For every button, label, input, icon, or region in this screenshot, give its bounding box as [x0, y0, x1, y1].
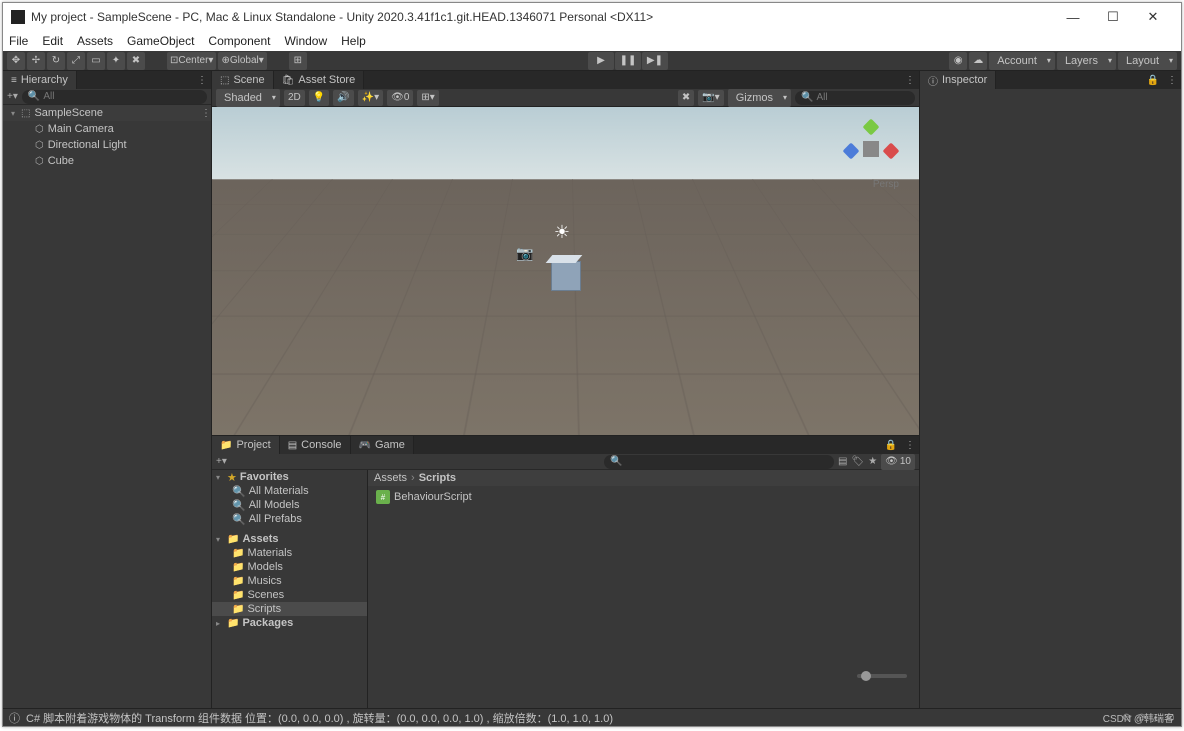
scene-search[interactable]: 🔍 All [795, 91, 915, 105]
hidden-toggle[interactable]: 👁0 [387, 90, 413, 106]
hierarchy-scene-row[interactable]: ▾⬚SampleScene ⋮ [3, 105, 211, 121]
camera-settings-icon[interactable]: 📷▾ [698, 90, 723, 106]
window-title: My project - SampleScene - PC, Mac & Lin… [31, 10, 653, 24]
custom-tool-button[interactable]: ✖ [127, 52, 145, 70]
transform-tool-button[interactable]: ✦ [107, 52, 125, 70]
inspector-lock-icon[interactable]: 🔒 [1143, 75, 1163, 86]
hand-tool-button[interactable]: ✥ [7, 52, 25, 70]
cloud-button[interactable]: ☁ [969, 52, 987, 70]
collab-button[interactable]: ◉ [949, 52, 967, 70]
rotate-tool-button[interactable]: ↻ [47, 52, 65, 70]
folder-scenes[interactable]: 📁Scenes [212, 588, 367, 602]
status-message: C# 脚本附着游戏物体的 Transform 组件数据 位置：(0.0, 0.0… [26, 710, 613, 726]
folder-models[interactable]: 📁Models [212, 560, 367, 574]
snap-button[interactable]: ⊞ [289, 52, 307, 70]
scene-view[interactable]: ☀ 📷 Persp [212, 107, 919, 435]
menubar: File Edit Assets GameObject Component Wi… [3, 31, 1181, 51]
hierarchy-create-button[interactable]: +▾ [7, 91, 18, 102]
folder-materials[interactable]: 📁Materials [212, 546, 367, 560]
filter-label-icon[interactable]: 🏷 [852, 456, 865, 467]
menu-edit[interactable]: Edit [42, 34, 63, 48]
menu-help[interactable]: Help [341, 34, 366, 48]
tab-scene[interactable]: ⬚Scene [212, 71, 274, 89]
menu-gameobject[interactable]: GameObject [127, 34, 194, 48]
favorite-filter-icon[interactable]: ★ [868, 456, 877, 467]
layers-dropdown[interactable]: Layers [1057, 52, 1116, 70]
app-icon [11, 10, 25, 24]
menu-component[interactable]: Component [208, 34, 270, 48]
tab-project[interactable]: 📁Project [212, 436, 280, 454]
scene-options-icon[interactable]: ⋮ [901, 75, 919, 86]
breadcrumb-assets[interactable]: Assets [374, 472, 407, 484]
inspector-options-icon[interactable]: ⋮ [1163, 75, 1181, 86]
tab-game[interactable]: 🎮Game [351, 436, 414, 454]
folder-musics[interactable]: 📁Musics [212, 574, 367, 588]
hierarchy-item-main-camera[interactable]: ⬡Main Camera [3, 121, 211, 137]
favorites-row[interactable]: ▾★Favorites [212, 470, 367, 484]
fav-all-materials[interactable]: 🔍All Materials [212, 484, 367, 498]
pause-button[interactable]: ❚❚ [615, 52, 641, 70]
watermark: CSDN @韩瑞客 [1103, 710, 1174, 725]
csharp-script-icon: # [376, 490, 390, 504]
project-options-icon[interactable]: ⋮ [901, 440, 919, 451]
camera-gizmo-icon[interactable]: 📷 [516, 245, 533, 262]
maximize-button[interactable]: ☐ [1093, 5, 1133, 29]
lighting-toggle[interactable]: 💡 [309, 90, 329, 106]
hierarchy-item-cube[interactable]: ⬡Cube [3, 153, 211, 169]
tab-hierarchy[interactable]: ≡Hierarchy [3, 71, 77, 89]
step-button[interactable]: ▶❚ [642, 52, 668, 70]
fav-all-models[interactable]: 🔍All Models [212, 498, 367, 512]
grid-toggle[interactable]: ⊞▾ [417, 90, 438, 106]
projection-label[interactable]: Persp [873, 179, 899, 190]
filter-type-icon[interactable]: ▤ [838, 456, 847, 467]
hidden-count[interactable]: 👁10 [881, 454, 915, 470]
tab-inspector[interactable]: ⓘInspector [920, 71, 996, 89]
thumbnail-size-slider[interactable] [857, 674, 907, 678]
layout-dropdown[interactable]: Layout [1118, 52, 1177, 70]
asset-behaviour-script[interactable]: # BehaviourScript [376, 490, 472, 504]
fav-all-prefabs[interactable]: 🔍All Prefabs [212, 512, 367, 526]
rect-tool-button[interactable]: ▭ [87, 52, 105, 70]
folder-scripts[interactable]: 📁Scripts [212, 602, 367, 616]
close-button[interactable]: ✕ [1133, 5, 1173, 29]
breadcrumb: Assets › Scripts [368, 470, 919, 486]
packages-row[interactable]: ▸📁Packages [212, 616, 367, 630]
menu-assets[interactable]: Assets [77, 34, 113, 48]
hierarchy-item-directional-light[interactable]: ⬡Directional Light [3, 137, 211, 153]
audio-toggle[interactable]: 🔊 [333, 90, 353, 106]
2d-toggle[interactable]: 2D [284, 90, 305, 106]
tools-icon[interactable]: ✖ [678, 90, 694, 106]
orientation-gizmo[interactable] [841, 119, 901, 179]
hierarchy-options-icon[interactable]: ⋮ [193, 75, 211, 86]
draw-mode-dropdown[interactable]: Shaded [216, 89, 280, 107]
menu-window[interactable]: Window [284, 34, 327, 48]
gizmos-dropdown[interactable]: Gizmos [728, 89, 791, 107]
status-bar: ⓘ C# 脚本附着游戏物体的 Transform 组件数据 位置：(0.0, 0… [3, 708, 1181, 726]
project-lock-icon[interactable]: 🔒 [881, 440, 901, 451]
breadcrumb-scripts[interactable]: Scripts [419, 472, 456, 484]
project-create-button[interactable]: +▾ [216, 456, 227, 467]
move-tool-button[interactable]: ✢ [27, 52, 45, 70]
light-gizmo-icon[interactable]: ☀ [554, 222, 570, 243]
scene-object-cube[interactable] [551, 261, 581, 291]
menu-file[interactable]: File [9, 34, 28, 48]
titlebar: My project - SampleScene - PC, Mac & Lin… [3, 3, 1181, 31]
play-button[interactable]: ▶ [588, 52, 614, 70]
info-icon: ⓘ [9, 710, 20, 726]
main-toolbar: ✥ ✢ ↻ ⤢ ▭ ✦ ✖ ⊡ Center ▾ ⊕ Global ▾ ⊞ ▶ … [3, 51, 1181, 71]
scale-tool-button[interactable]: ⤢ [67, 52, 85, 70]
minimize-button[interactable]: — [1053, 5, 1093, 29]
account-dropdown[interactable]: Account [989, 52, 1055, 70]
fx-toggle[interactable]: ✨▾ [358, 90, 383, 106]
tab-console[interactable]: ▤Console [280, 436, 351, 454]
tab-asset-store[interactable]: 🛍Asset Store [274, 71, 365, 89]
hierarchy-search[interactable]: 🔍 All [22, 90, 207, 104]
pivot-global-button[interactable]: ⊕ Global ▾ [218, 52, 266, 70]
project-search[interactable]: 🔍 [604, 455, 834, 469]
assets-row[interactable]: ▾📁Assets [212, 532, 367, 546]
pivot-center-button[interactable]: ⊡ Center ▾ [167, 52, 216, 70]
